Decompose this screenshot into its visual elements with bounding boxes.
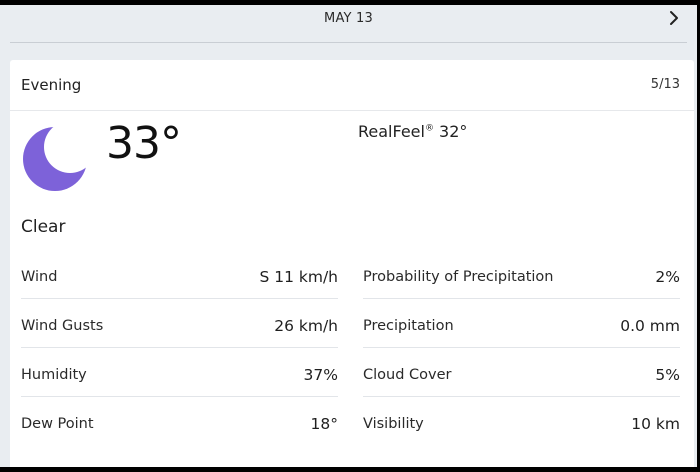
detail-value: 2% [655,268,680,286]
detail-label: Visibility [363,416,424,432]
date-bar: MAY 13 [0,5,697,33]
page-count: 5/13 [650,77,680,92]
detail-label: Wind [21,269,58,285]
detail-value: 18° [310,415,338,433]
detail-row-wind: Wind S 11 km/h [21,250,338,299]
details-right-column: Probability of Precipitation 2% Precipit… [363,250,680,446]
detail-label: Cloud Cover [363,367,452,383]
detail-row-cloud-cover: Cloud Cover 5% [363,348,680,397]
realfeel-trademark: ® [424,123,434,134]
weather-condition: Clear [21,217,66,237]
detail-value: S 11 km/h [259,268,338,286]
detail-row-humidity: Humidity 37% [21,348,338,397]
detail-row-visibility: Visibility 10 km [363,397,680,446]
temperature: 33° [106,118,182,169]
detail-row-precip-probability: Probability of Precipitation 2% [363,250,680,299]
period-title: Evening [21,76,82,94]
detail-row-precipitation: Precipitation 0.0 mm [363,299,680,348]
date-divider [10,42,687,43]
date-label: MAY 13 [324,11,373,26]
detail-label: Wind Gusts [21,318,104,334]
realfeel-label: RealFeel [358,122,425,141]
detail-label: Humidity [21,367,87,383]
moon-icon [23,127,87,191]
detail-label: Probability of Precipitation [363,269,554,285]
card-header: Evening 5/13 [10,60,694,111]
details-left-column: Wind S 11 km/h Wind Gusts 26 km/h Humidi… [21,250,338,446]
detail-row-dew-point: Dew Point 18° [21,397,338,446]
detail-value: 26 km/h [274,317,338,335]
forecast-card: Evening 5/13 33° RealFeel® 32° Clear Win… [10,60,694,467]
weather-screen: MAY 13 Evening 5/13 33° RealFeel® 32° Cl… [0,5,697,467]
detail-label: Dew Point [21,416,94,432]
detail-label: Precipitation [363,318,454,334]
detail-value: 0.0 mm [620,317,680,335]
realfeel-value: 32° [433,122,468,141]
detail-row-wind-gusts: Wind Gusts 26 km/h [21,299,338,348]
detail-value: 10 km [631,415,680,433]
realfeel: RealFeel® 32° [358,122,467,141]
chevron-right-icon[interactable] [667,9,681,27]
detail-value: 5% [655,366,680,384]
detail-value: 37% [303,366,338,384]
